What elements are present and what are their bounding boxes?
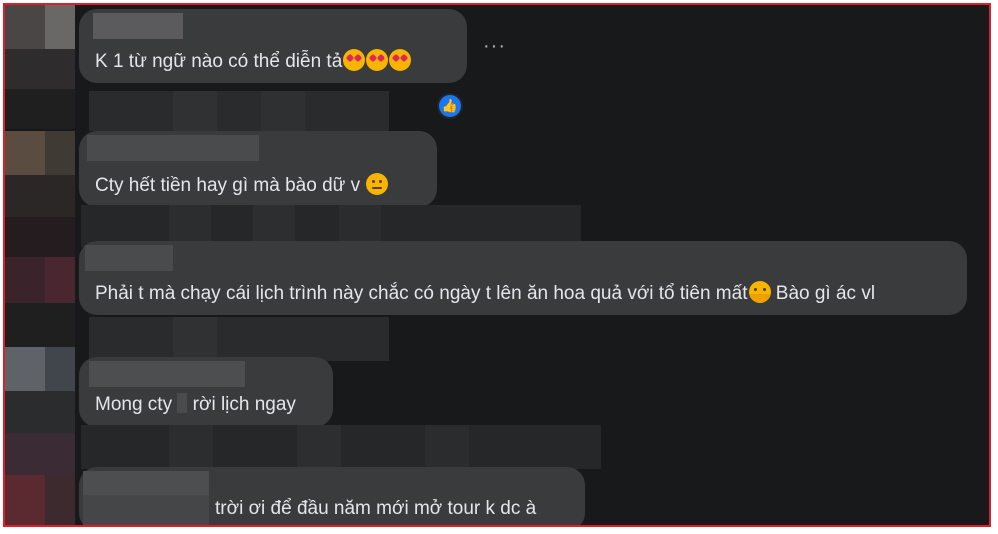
- comment-text-1: K 1 từ ngữ nào có thể diễn tả: [95, 49, 412, 74]
- more-options-button[interactable]: ···: [483, 35, 506, 58]
- author-name[interactable]: [93, 13, 183, 39]
- comment-thread: K 1 từ ngữ nào có thể diễn tả ··· 👍 Cty …: [3, 3, 991, 527]
- action-row-blurred: [89, 317, 389, 361]
- comment-bubble: trời ơi để đầu năm mới mở tour k dc à: [79, 467, 585, 525]
- action-row-blurred: [81, 425, 601, 469]
- comment-text-5: trời ơi để đầu năm mới mở tour k dc à: [215, 498, 537, 519]
- avatar[interactable]: [5, 475, 45, 525]
- tagged-name-blurred[interactable]: [177, 393, 188, 413]
- author-name[interactable]: [85, 245, 173, 271]
- comment-text-2: Cty hết tiền hay gì mà bào dữ v: [95, 173, 389, 198]
- avatar[interactable]: [5, 131, 45, 175]
- action-row-blurred: [89, 91, 389, 131]
- author-name[interactable]: [87, 135, 259, 161]
- neutral-face-icon: [366, 173, 389, 195]
- author-name[interactable]: [89, 361, 245, 387]
- author-name[interactable]: [83, 471, 209, 497]
- comment-bubble: Mong cty rời lịch ngay: [79, 357, 333, 427]
- smiling-face-with-hearts-icon: [366, 49, 389, 71]
- avatar[interactable]: [5, 347, 45, 391]
- smiling-face-with-hearts-icon: [343, 49, 366, 71]
- avatar[interactable]: [5, 257, 45, 303]
- comment-bubble: Cty hết tiền hay gì mà bào dữ v: [79, 131, 437, 207]
- avatar-column: [5, 5, 81, 525]
- comment-bubble: Phải t mà chạy cái lịch trình này chắc c…: [79, 241, 967, 315]
- comment-text-3: Phải t mà chạy cái lịch trình này chắc c…: [95, 281, 876, 304]
- tagged-name-blurred[interactable]: [83, 495, 209, 525]
- comment-bubble: K 1 từ ngữ nào có thể diễn tả: [79, 9, 467, 83]
- comment-text-4: Mong cty rời lịch ngay: [95, 393, 296, 415]
- like-icon[interactable]: 👍: [437, 93, 463, 119]
- smiling-face-with-hearts-icon: [389, 49, 412, 71]
- hugging-face-icon: [748, 281, 771, 303]
